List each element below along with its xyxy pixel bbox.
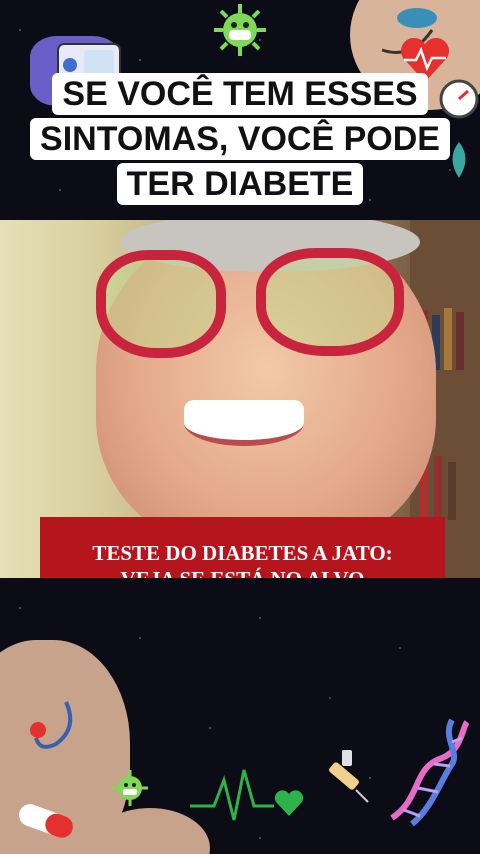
stethoscope-icon: [30, 701, 73, 749]
syringe-icon: [329, 750, 369, 803]
virus-icon: [112, 770, 148, 806]
glasses-left-lens: [96, 250, 226, 358]
caption-line-3: TER DIABETE: [116, 163, 364, 205]
card-line-1: TESTE DO DIABETES A JATO:: [92, 541, 393, 565]
virus-icon: [214, 4, 266, 56]
pill-icon: [19, 804, 73, 838]
card-line-2: VEJA SE ESTÁ NO ALVO: [40, 567, 445, 578]
caption-line-1: SE VOCÊ TEM ESSES: [52, 73, 428, 115]
presenter-mouth: [184, 400, 304, 446]
bottom-banner: [0, 578, 480, 854]
video-title-card: TESTE DO DIABETES A JATO: VEJA SE ESTÁ N…: [40, 517, 445, 578]
heartbeat-icon: [190, 769, 304, 821]
video-frame[interactable]: TESTE DO DIABETES A JATO: VEJA SE ESTÁ N…: [0, 220, 480, 578]
caption-line-2: SINTOMAS, VOCÊ PODE: [30, 118, 450, 160]
glasses-right-lens: [256, 248, 404, 356]
caption-title: SE VOCÊ TEM ESSES SINTOMAS, VOCÊ PODE TE…: [0, 72, 480, 207]
dna-icon: [390, 718, 470, 827]
